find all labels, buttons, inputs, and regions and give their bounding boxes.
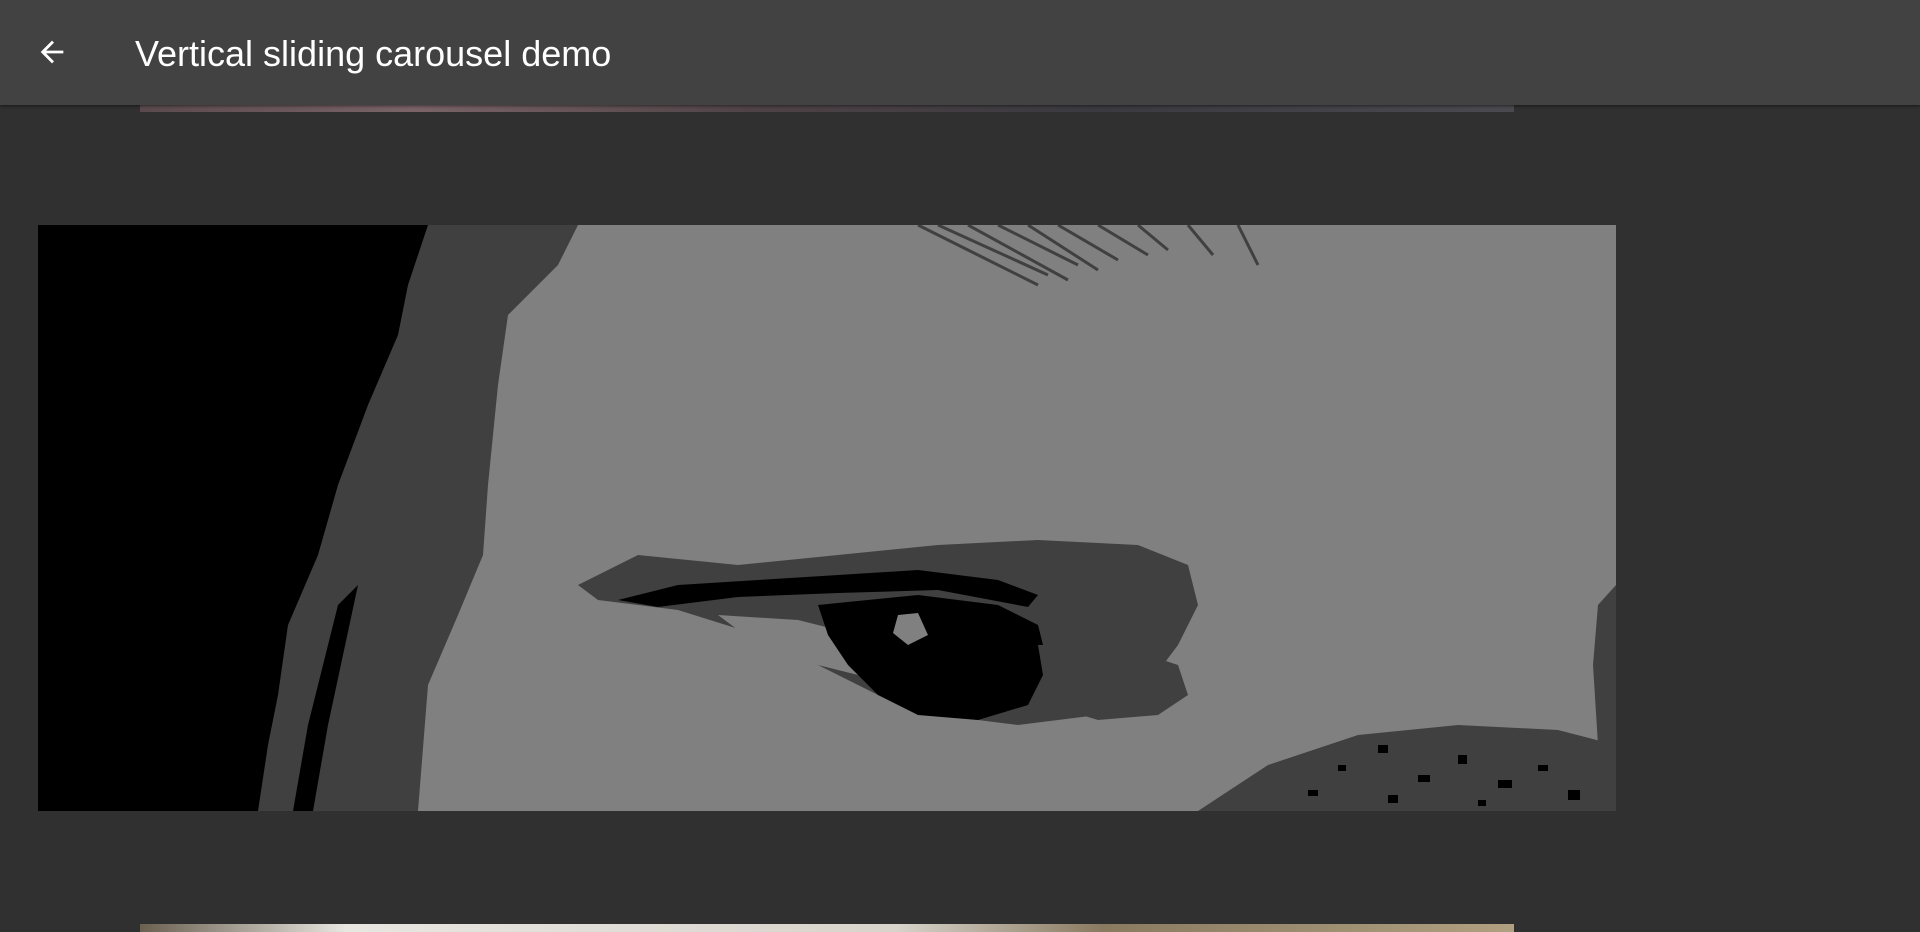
page-title: Vertical sliding carousel demo [135,33,612,74]
vertical-carousel[interactable] [0,0,1920,932]
eye-closeup-image [38,225,1616,811]
next-slide[interactable] [140,924,1514,932]
arrow-back-icon [40,40,64,64]
back-button[interactable] [28,28,76,76]
app-bar: Vertical sliding carousel demo [0,0,1920,105]
current-slide[interactable] [38,225,1616,811]
